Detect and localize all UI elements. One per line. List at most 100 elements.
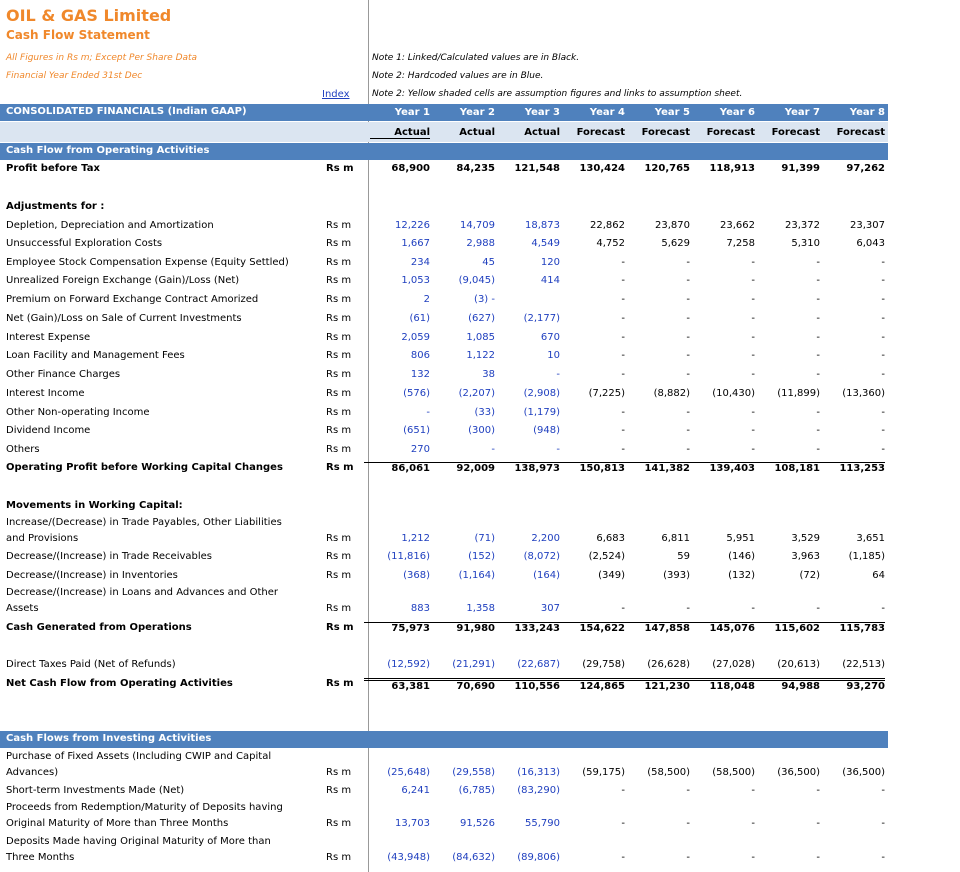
table-cell[interactable]: -: [689, 369, 755, 380]
table-cell[interactable]: 1,667: [364, 238, 430, 249]
table-cell[interactable]: -: [754, 350, 820, 361]
table-cell[interactable]: (2,908): [494, 388, 560, 399]
table-cell[interactable]: 1,212: [364, 533, 430, 544]
table-cell[interactable]: -: [624, 257, 690, 268]
table-cell[interactable]: (9,045): [429, 275, 495, 286]
table-cell[interactable]: -: [559, 313, 625, 324]
table-cell[interactable]: -: [624, 369, 690, 380]
table-cell[interactable]: (2,524): [559, 551, 625, 562]
table-cell[interactable]: (393): [624, 570, 690, 581]
table-cell[interactable]: -: [494, 369, 560, 380]
table-cell[interactable]: -: [559, 785, 625, 796]
table-cell[interactable]: (22,687): [494, 659, 560, 670]
table-cell[interactable]: (2,177): [494, 313, 560, 324]
table-cell[interactable]: 3,963: [754, 551, 820, 562]
table-cell[interactable]: 13,703: [364, 818, 430, 829]
table-cell[interactable]: 1,053: [364, 275, 430, 286]
table-cell[interactable]: 5,310: [754, 238, 820, 249]
table-cell[interactable]: -: [559, 603, 625, 614]
table-cell[interactable]: -: [754, 294, 820, 305]
table-cell[interactable]: 234: [364, 257, 430, 268]
table-cell[interactable]: -: [689, 294, 755, 305]
table-cell[interactable]: 2: [364, 294, 430, 305]
table-cell[interactable]: 63,381: [364, 678, 430, 692]
table-cell[interactable]: (36,500): [819, 767, 885, 778]
table-cell[interactable]: -: [624, 294, 690, 305]
table-cell[interactable]: -: [754, 603, 820, 614]
table-cell[interactable]: -: [819, 294, 885, 305]
table-cell[interactable]: 3,529: [754, 533, 820, 544]
table-cell[interactable]: 45: [429, 257, 495, 268]
table-cell[interactable]: (132): [689, 570, 755, 581]
table-cell[interactable]: -: [754, 407, 820, 418]
table-cell[interactable]: 94,988: [754, 678, 820, 692]
table-cell[interactable]: -: [689, 350, 755, 361]
table-cell[interactable]: -: [819, 852, 885, 863]
table-cell[interactable]: (58,500): [624, 767, 690, 778]
table-cell[interactable]: 2,059: [364, 332, 430, 343]
table-cell[interactable]: (59,175): [559, 767, 625, 778]
table-cell[interactable]: 91,980: [429, 622, 495, 634]
table-cell[interactable]: (36,500): [754, 767, 820, 778]
table-cell[interactable]: (13,360): [819, 388, 885, 399]
table-cell[interactable]: 6,043: [819, 238, 885, 249]
table-cell[interactable]: (25,648): [364, 767, 430, 778]
table-cell[interactable]: 120,765: [624, 163, 690, 174]
table-cell[interactable]: 307: [494, 603, 560, 614]
table-cell[interactable]: -: [819, 603, 885, 614]
table-cell[interactable]: -: [819, 332, 885, 343]
table-cell[interactable]: (21,291): [429, 659, 495, 670]
table-cell[interactable]: -: [624, 444, 690, 455]
table-cell[interactable]: 10: [494, 350, 560, 361]
table-cell[interactable]: -: [754, 257, 820, 268]
table-cell[interactable]: 64: [819, 570, 885, 581]
table-cell[interactable]: (1,179): [494, 407, 560, 418]
table-cell[interactable]: (71): [429, 533, 495, 544]
table-cell[interactable]: 55,790: [494, 818, 560, 829]
table-cell[interactable]: -: [494, 444, 560, 455]
table-cell[interactable]: 132: [364, 369, 430, 380]
table-cell[interactable]: 139,403: [689, 462, 755, 474]
table-cell[interactable]: -: [624, 785, 690, 796]
table-cell[interactable]: 86,061: [364, 462, 430, 474]
table-cell[interactable]: -: [429, 444, 495, 455]
table-cell[interactable]: (8,882): [624, 388, 690, 399]
table-cell[interactable]: (58,500): [689, 767, 755, 778]
table-cell[interactable]: 138,973: [494, 462, 560, 474]
table-cell[interactable]: 154,622: [559, 622, 625, 634]
table-cell[interactable]: 883: [364, 603, 430, 614]
table-cell[interactable]: -: [559, 818, 625, 829]
table-cell[interactable]: 118,048: [689, 678, 755, 692]
table-cell[interactable]: -: [624, 350, 690, 361]
table-cell[interactable]: (146): [689, 551, 755, 562]
table-cell[interactable]: (84,632): [429, 852, 495, 863]
table-cell[interactable]: 806: [364, 350, 430, 361]
table-cell[interactable]: (164): [494, 570, 560, 581]
table-cell[interactable]: 108,181: [754, 462, 820, 474]
table-cell[interactable]: -: [559, 852, 625, 863]
table-cell[interactable]: 1,122: [429, 350, 495, 361]
table-cell[interactable]: 145,076: [689, 622, 755, 634]
table-cell[interactable]: 147,858: [624, 622, 690, 634]
table-cell[interactable]: -: [754, 818, 820, 829]
table-cell[interactable]: -: [819, 313, 885, 324]
table-cell[interactable]: 68,900: [364, 163, 430, 174]
table-cell[interactable]: -: [754, 785, 820, 796]
table-cell[interactable]: (10,430): [689, 388, 755, 399]
table-cell[interactable]: (33): [429, 407, 495, 418]
table-cell[interactable]: (72): [754, 570, 820, 581]
table-cell[interactable]: -: [689, 785, 755, 796]
table-cell[interactable]: 118,913: [689, 163, 755, 174]
table-cell[interactable]: 414: [494, 275, 560, 286]
table-cell[interactable]: 91,399: [754, 163, 820, 174]
table-cell[interactable]: -: [819, 425, 885, 436]
table-cell[interactable]: (12,592): [364, 659, 430, 670]
table-cell[interactable]: (576): [364, 388, 430, 399]
table-cell[interactable]: 121,230: [624, 678, 690, 692]
table-cell[interactable]: (6,785): [429, 785, 495, 796]
table-cell[interactable]: (300): [429, 425, 495, 436]
table-cell[interactable]: -: [364, 407, 430, 418]
table-cell[interactable]: -: [754, 444, 820, 455]
table-cell[interactable]: -: [689, 852, 755, 863]
table-cell[interactable]: (20,613): [754, 659, 820, 670]
